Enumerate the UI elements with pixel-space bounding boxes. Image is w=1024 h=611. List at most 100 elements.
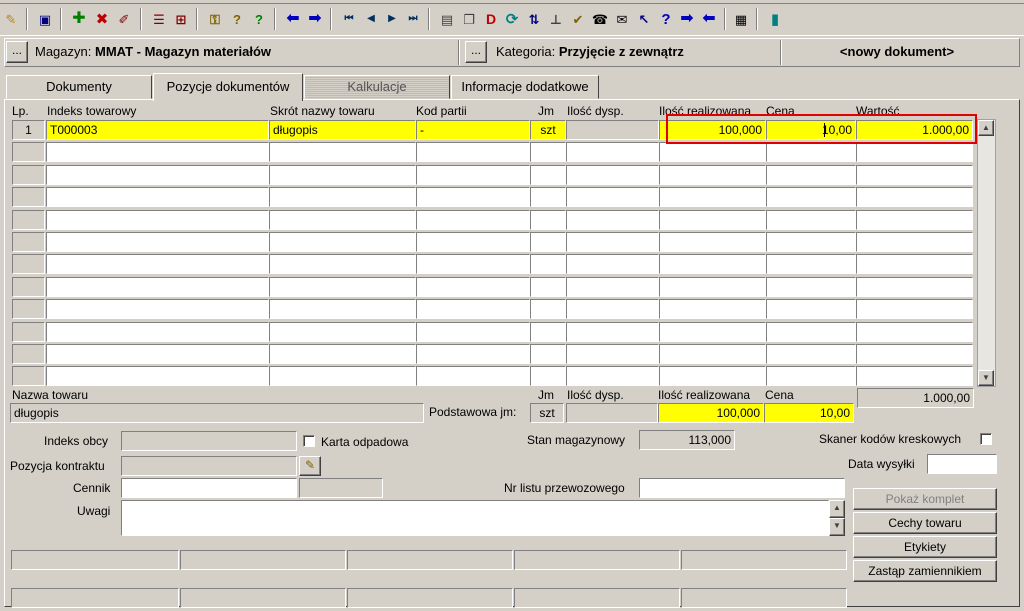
mail-icon[interactable]: ✉ [613, 10, 631, 28]
empty-cell[interactable] [856, 142, 973, 162]
empty-cell[interactable] [659, 165, 766, 185]
arrow-right-icon[interactable]: ➡ [306, 10, 324, 28]
empty-cell[interactable] [12, 165, 45, 185]
empty-cell[interactable] [566, 142, 659, 162]
empty-cell[interactable] [269, 344, 416, 364]
detail-ilosc-real-field[interactable]: 100,000 [658, 403, 764, 423]
empty-cell[interactable] [659, 142, 766, 162]
empty-cell[interactable] [46, 187, 269, 207]
empty-cell[interactable] [269, 366, 416, 386]
help1-icon[interactable]: ⚿ [206, 10, 224, 28]
empty-cell[interactable] [46, 277, 269, 297]
pencil-icon[interactable]: ✎ [299, 456, 321, 476]
prev-icon[interactable]: ◀ [362, 10, 380, 28]
cell-skrot[interactable]: długopis [269, 120, 416, 140]
split-icon[interactable]: ☰ [150, 10, 168, 28]
magazyn-picker-button[interactable]: ... [6, 41, 28, 63]
uwagi-textarea[interactable] [121, 500, 829, 536]
empty-cell[interactable] [856, 277, 973, 297]
empty-cell[interactable] [46, 232, 269, 252]
check-icon[interactable]: ✔ [569, 10, 587, 28]
help3-icon[interactable]: ? [250, 10, 268, 28]
empty-cell[interactable] [766, 277, 856, 297]
cell-lp[interactable]: 1 [12, 120, 45, 140]
split2-icon[interactable]: ⊞ [172, 10, 190, 28]
empty-cell[interactable] [416, 187, 530, 207]
detail-cena-field[interactable]: 10,00 [764, 403, 854, 423]
pin-icon[interactable]: ✎ [2, 10, 20, 28]
add-icon[interactable]: ✚ [70, 10, 88, 28]
empty-cell[interactable] [566, 210, 659, 230]
edit-icon[interactable]: ✐ [115, 10, 133, 28]
detail-ilosc-dysp-field[interactable] [566, 403, 658, 423]
empty-cell[interactable] [530, 210, 566, 230]
empty-cell[interactable] [766, 142, 856, 162]
pozycja-kontraktu-field[interactable] [121, 456, 297, 476]
empty-cell[interactable] [416, 299, 530, 319]
empty-cell[interactable] [530, 299, 566, 319]
karta-odpadowa-checkbox[interactable] [303, 435, 315, 447]
empty-cell[interactable] [766, 232, 856, 252]
indeks-obcy-field[interactable] [121, 431, 297, 451]
tree-icon[interactable]: ⊥ [547, 10, 565, 28]
nazwa-towaru-field[interactable]: długopis [10, 403, 424, 423]
empty-cell[interactable] [12, 277, 45, 297]
empty-cell[interactable] [566, 299, 659, 319]
last-icon[interactable]: ⏭ [404, 10, 422, 28]
empty-cell[interactable] [530, 254, 566, 274]
empty-cell[interactable] [566, 366, 659, 386]
empty-cell[interactable] [416, 322, 530, 342]
empty-cell[interactable] [269, 142, 416, 162]
back-icon[interactable]: ⬅ [700, 10, 718, 28]
cell-ilosc-dysp[interactable] [566, 120, 659, 140]
next-icon[interactable]: ▶ [383, 10, 401, 28]
empty-cell[interactable] [12, 232, 45, 252]
empty-cell[interactable] [530, 165, 566, 185]
empty-cell[interactable] [766, 344, 856, 364]
empty-cell[interactable] [269, 210, 416, 230]
forward-icon[interactable]: ➡ [678, 10, 696, 28]
empty-cell[interactable] [12, 366, 45, 386]
empty-cell[interactable] [856, 344, 973, 364]
pokaz-komplet-button[interactable]: Pokaż komplet [853, 488, 997, 510]
empty-cell[interactable] [46, 165, 269, 185]
tab-informacje-dodatkowe[interactable]: Informacje dodatkowe [451, 75, 599, 99]
exit-icon[interactable]: ▮ [766, 10, 784, 28]
copy-icon[interactable]: ❐ [460, 10, 478, 28]
empty-cell[interactable] [856, 165, 973, 185]
empty-cell[interactable] [766, 254, 856, 274]
arrow-left-icon[interactable]: ⬅ [284, 10, 302, 28]
cell-indeks[interactable]: T000003 [46, 120, 269, 140]
empty-cell[interactable] [530, 322, 566, 342]
empty-cell[interactable] [46, 344, 269, 364]
empty-cell[interactable] [566, 322, 659, 342]
empty-cell[interactable] [269, 165, 416, 185]
pointer-icon[interactable]: ↖ [635, 10, 653, 28]
empty-cell[interactable] [766, 187, 856, 207]
calculator-icon[interactable]: ▦ [732, 10, 750, 28]
empty-cell[interactable] [856, 232, 973, 252]
question-icon[interactable]: ? [657, 10, 675, 28]
empty-cell[interactable] [766, 322, 856, 342]
tab-dokumenty[interactable]: Dokumenty [6, 75, 152, 99]
cell-jm[interactable]: szt [530, 120, 566, 140]
empty-cell[interactable] [530, 142, 566, 162]
empty-cell[interactable] [416, 232, 530, 252]
nr-listu-field[interactable] [639, 478, 845, 498]
skaner-checkbox[interactable] [980, 433, 992, 445]
empty-cell[interactable] [12, 344, 45, 364]
delete-icon[interactable]: ✖ [93, 10, 111, 28]
empty-cell[interactable] [566, 277, 659, 297]
save-icon[interactable]: ▣ [36, 10, 54, 28]
grid-scrollbar[interactable] [977, 119, 996, 387]
empty-cell[interactable] [566, 254, 659, 274]
empty-cell[interactable] [46, 210, 269, 230]
empty-cell[interactable] [269, 187, 416, 207]
first-icon[interactable]: ⏮ [340, 10, 358, 28]
sort-icon[interactable]: ⇅ [525, 10, 543, 28]
empty-cell[interactable] [659, 187, 766, 207]
empty-cell[interactable] [856, 210, 973, 230]
empty-cell[interactable] [269, 254, 416, 274]
empty-cell[interactable] [416, 165, 530, 185]
document-icon[interactable]: ▤ [438, 10, 456, 28]
